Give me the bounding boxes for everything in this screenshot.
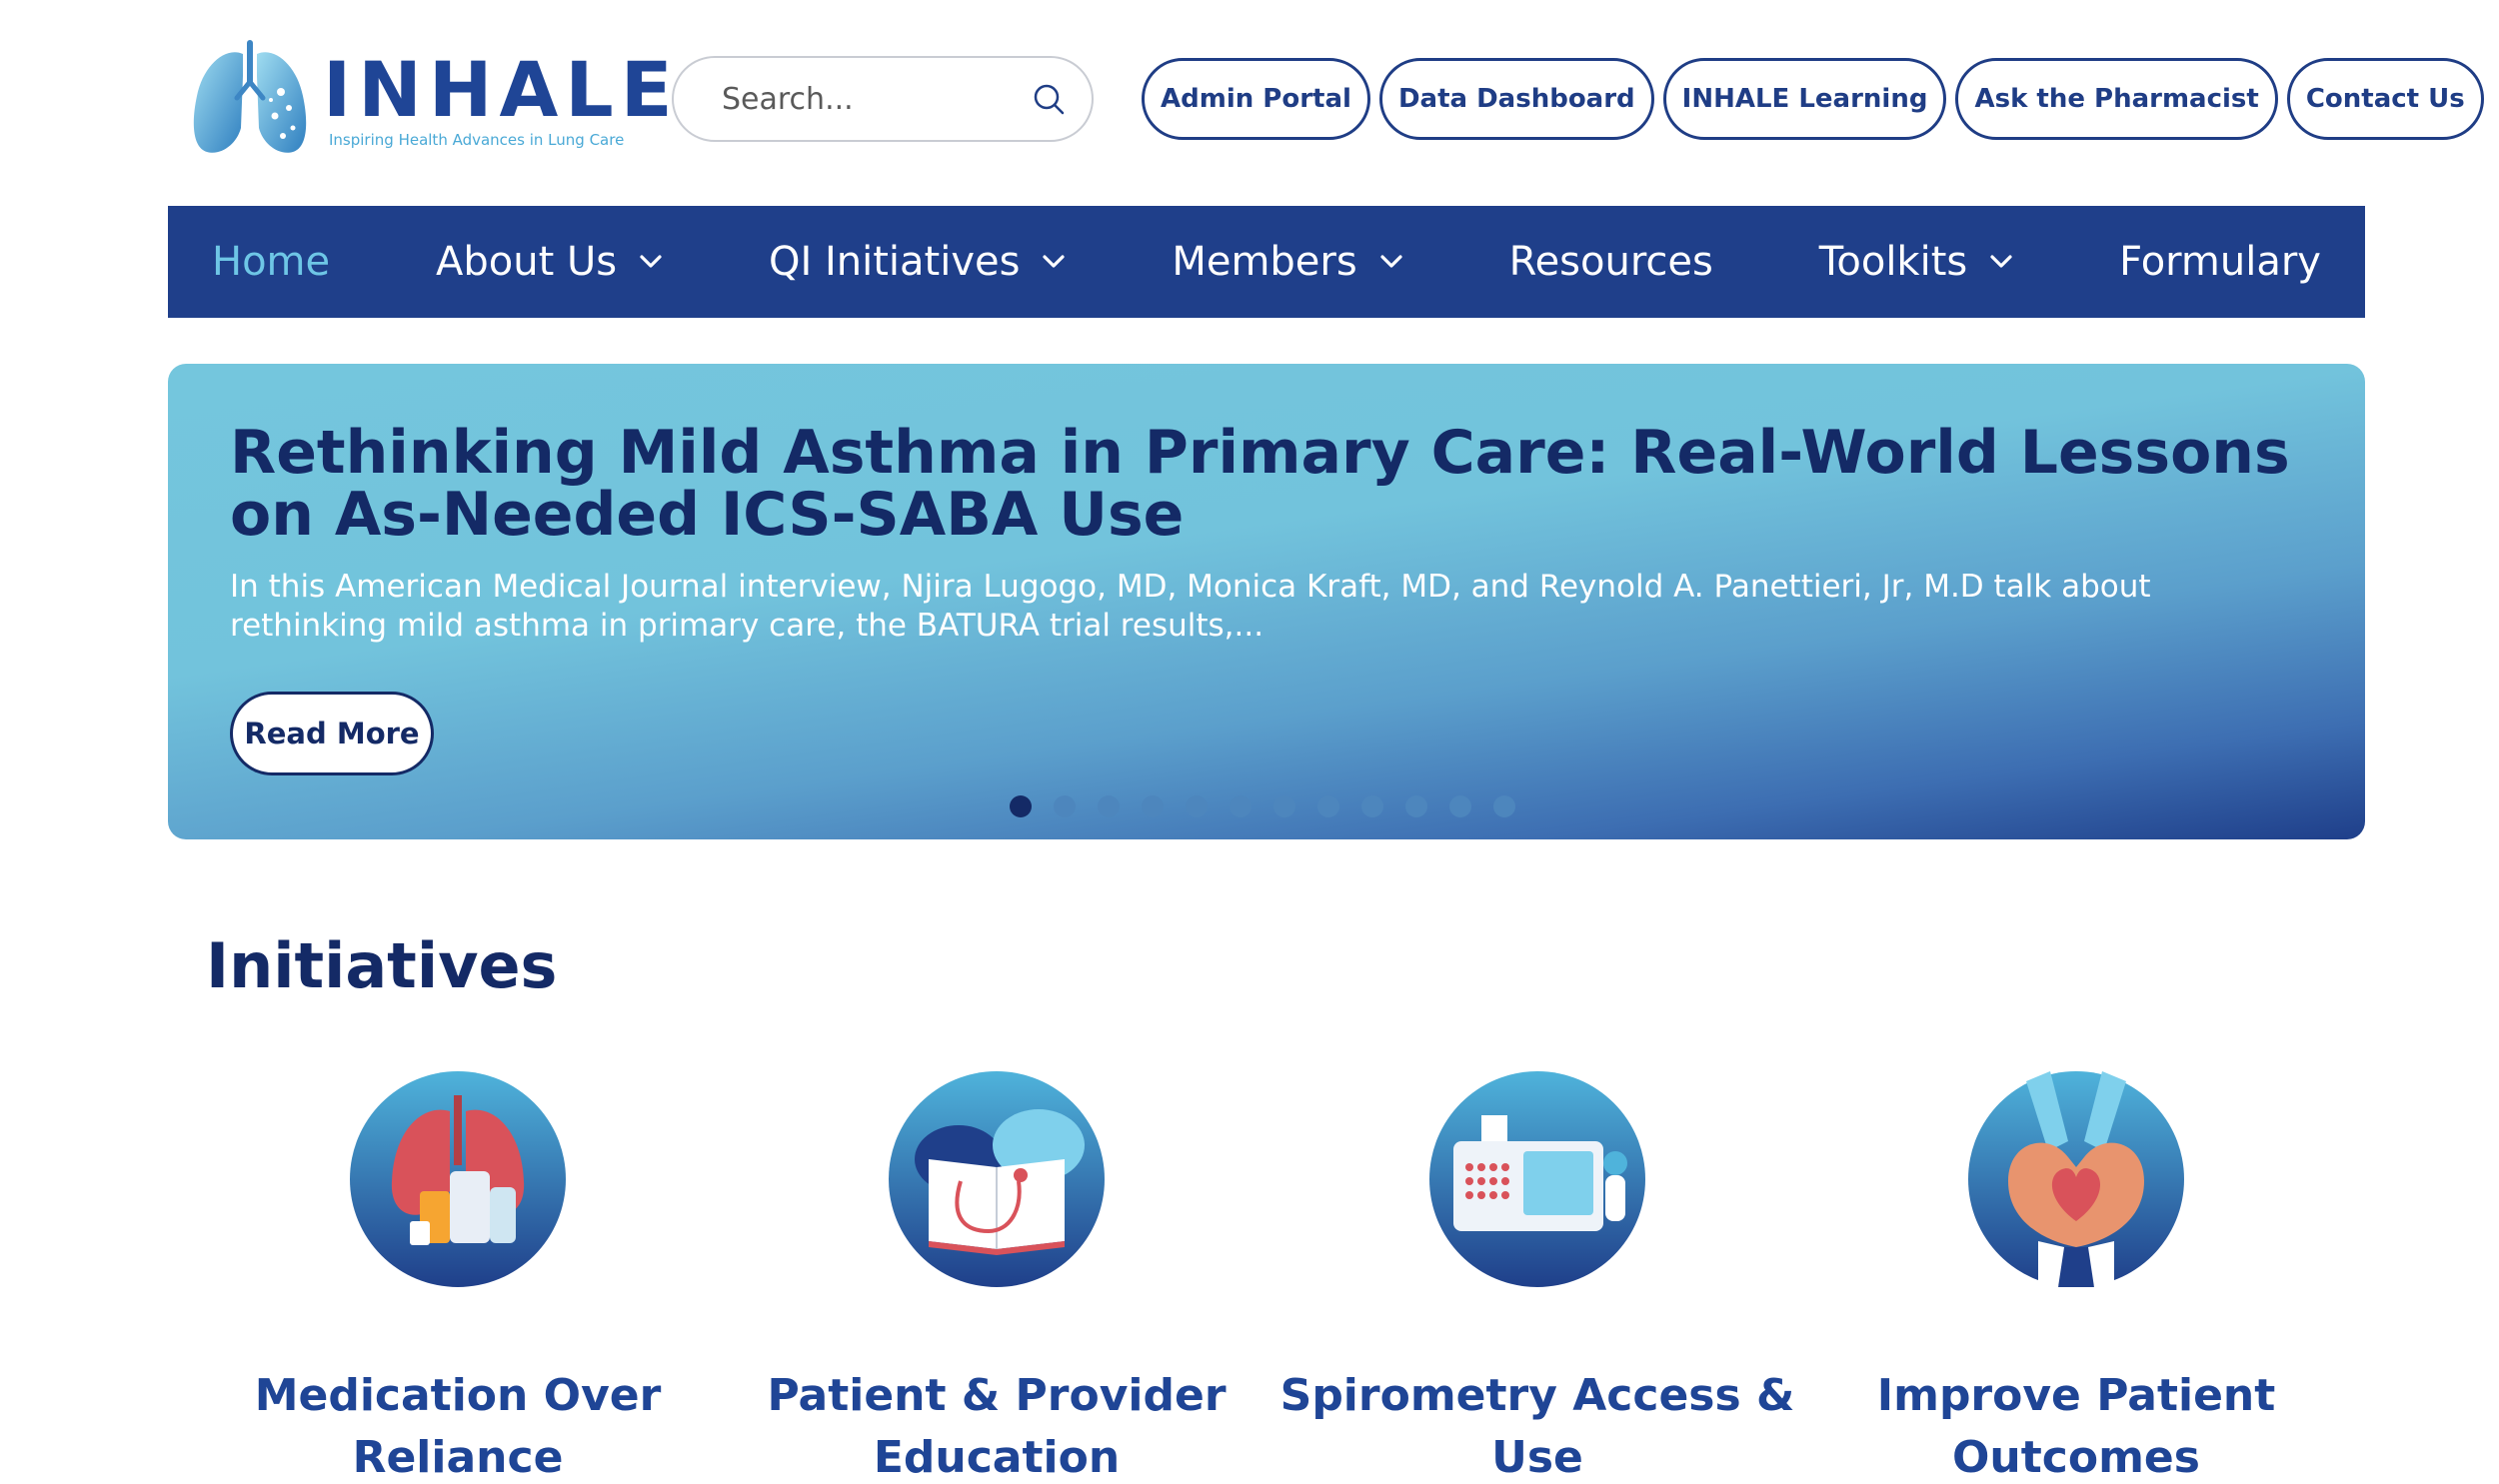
chevron-down-icon <box>1380 255 1402 268</box>
initiative-card-spirometry[interactable]: Spirometry Access & Use <box>1277 1071 1797 1484</box>
initiative-label: Patient & Provider Education <box>767 1370 1227 1483</box>
nav-item-members[interactable]: Members <box>1172 239 1402 285</box>
carousel-dot[interactable] <box>1186 795 1208 817</box>
carousel-dots <box>1010 795 1515 817</box>
initiative-card-outcomes[interactable]: Improve Patient Outcomes <box>1816 1071 2336 1484</box>
initiatives-title: Initiatives <box>206 929 558 1002</box>
hero-carousel: Rethinking Mild Asthma in Primary Care: … <box>168 364 2365 839</box>
site-logo[interactable]: INHALE Inspiring Health Advances in Lung… <box>185 36 673 164</box>
carousel-dot[interactable] <box>1317 795 1339 817</box>
carousel-dot[interactable] <box>1449 795 1471 817</box>
carousel-dot[interactable] <box>1405 795 1427 817</box>
initiative-card-medication[interactable]: Medication Over Reliance <box>198 1071 718 1484</box>
initiative-card-education[interactable]: Patient & Provider Education <box>737 1071 1256 1484</box>
read-more-button[interactable]: Read More <box>230 692 434 775</box>
hands-heart-icon <box>1968 1071 2184 1287</box>
nav-item-label: Formulary <box>2119 239 2321 285</box>
carousel-dot[interactable] <box>1142 795 1164 817</box>
chevron-down-icon <box>1043 255 1066 268</box>
nav-item-label: Members <box>1172 239 1357 285</box>
inhale-learning-button[interactable]: INHALE Learning <box>1662 58 1947 140</box>
nav-item-home[interactable]: Home <box>212 239 330 285</box>
nav-item-resources[interactable]: Resources <box>1509 239 1713 285</box>
nav-item-qi-initiatives[interactable]: QI Initiatives <box>769 239 1066 285</box>
chevron-down-icon <box>640 255 662 268</box>
initiative-label: Spirometry Access & Use <box>1279 1370 1795 1483</box>
carousel-dot[interactable] <box>1273 795 1295 817</box>
nav-item-label: Toolkits <box>1818 239 1968 285</box>
data-dashboard-button[interactable]: Data Dashboard <box>1378 58 1654 140</box>
main-nav: Home About Us QI Initiatives Members Res… <box>168 206 2365 318</box>
carousel-dot[interactable] <box>1054 795 1076 817</box>
hero-title: Rethinking Mild Asthma in Primary Care: … <box>230 418 2290 550</box>
lungs-logo-icon <box>193 40 307 153</box>
initiative-label: Improve Patient Outcomes <box>1876 1370 2276 1483</box>
carousel-dot[interactable] <box>1361 795 1383 817</box>
carousel-dot[interactable] <box>1098 795 1120 817</box>
spirometer-icon <box>1429 1071 1645 1287</box>
carousel-dot[interactable] <box>1010 795 1032 817</box>
nav-item-toolkits[interactable]: Toolkits <box>1819 239 2014 285</box>
nav-item-label: Resources <box>1508 239 1713 285</box>
nav-item-label: Home <box>212 239 331 285</box>
nav-item-label: About Us <box>436 239 618 285</box>
search-box <box>672 56 1094 142</box>
carousel-dot[interactable] <box>1493 795 1515 817</box>
admin-portal-button[interactable]: Admin Portal <box>1142 58 1370 140</box>
nav-item-about-us[interactable]: About Us <box>436 239 663 285</box>
ask-pharmacist-button[interactable]: Ask the Pharmacist <box>1955 58 2278 140</box>
hero-description: In this American Medical Journal intervi… <box>230 569 2151 644</box>
initiative-label: Medication Over Reliance <box>254 1370 662 1483</box>
utility-links: Admin Portal Data Dashboard INHALE Learn… <box>1142 58 2484 140</box>
chevron-down-icon <box>1990 255 2012 268</box>
logo-tagline: Inspiring Health Advances in Lung Care <box>329 131 625 149</box>
nav-item-label: QI Initiatives <box>768 239 1021 285</box>
logo-wordmark: INHALE <box>323 45 680 134</box>
education-book-icon <box>889 1071 1105 1287</box>
contact-us-button[interactable]: Contact Us <box>2286 58 2484 140</box>
search-icon[interactable] <box>1032 82 1066 116</box>
search-input[interactable] <box>722 81 1032 117</box>
carousel-dot[interactable] <box>1230 795 1251 817</box>
lungs-medication-icon <box>350 1071 566 1287</box>
nav-item-formulary[interactable]: Formulary <box>2119 239 2321 285</box>
